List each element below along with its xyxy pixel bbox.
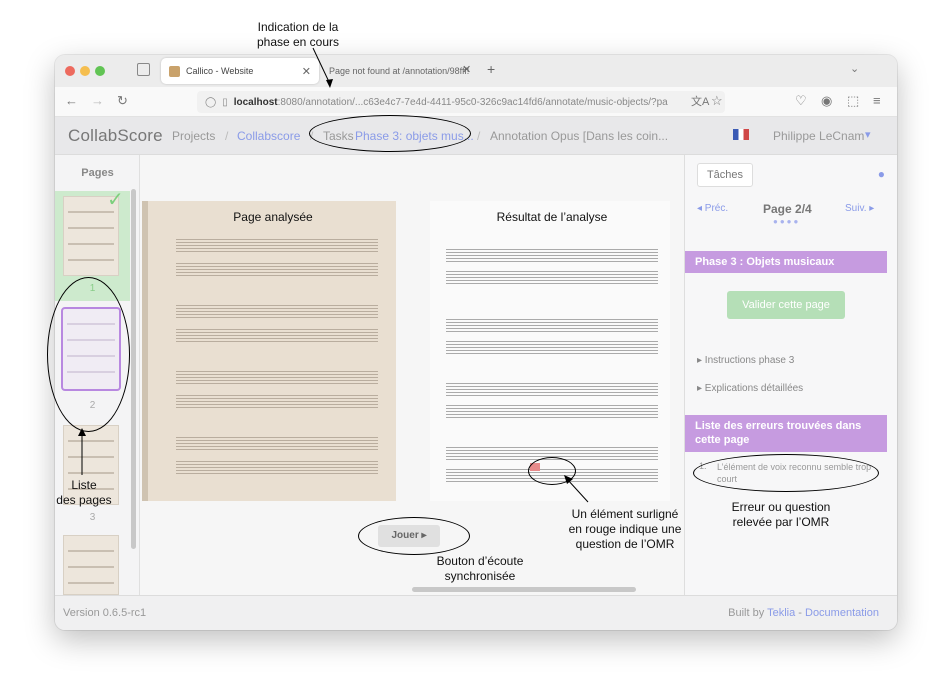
navigation-bar: ← → ↻ ◯ ▯ localhost :8080/annotation/...… <box>55 87 897 117</box>
validate-page-button[interactable]: Valider cette page <box>727 291 845 319</box>
bookmark-star-icon[interactable]: ☆ <box>711 93 723 109</box>
page-dots: ●●●● <box>773 217 801 226</box>
original-score-page <box>142 201 396 501</box>
built-by-label: Built by <box>728 607 765 619</box>
breadcrumb-collabscore[interactable]: Collabscore <box>237 129 300 143</box>
account-icon[interactable]: ◉ <box>821 93 832 109</box>
minimize-window-button[interactable] <box>80 66 90 76</box>
sidebar-scrollbar[interactable] <box>131 189 136 549</box>
new-tab-icon[interactable]: + <box>487 61 495 77</box>
menu-icon[interactable]: ≡ <box>873 93 881 108</box>
url-bar[interactable]: ◯ ▯ localhost :8080/annotation/...c63e4c… <box>197 91 725 113</box>
next-page-link[interactable]: Suiv. ▸ <box>845 203 874 214</box>
shield-icon: ◯ <box>205 96 217 108</box>
breadcrumb-annotation: Annotation Opus [Dans les coin... <box>490 129 669 143</box>
app-logo[interactable]: CollabScore <box>68 126 163 146</box>
annotation-result: Résultat de l’analyse <box>496 210 608 224</box>
breadcrumb-separator: / <box>225 129 229 143</box>
version-label: Version 0.6.5-rc1 <box>63 607 147 619</box>
reload-icon[interactable]: ↻ <box>117 93 128 109</box>
check-icon: ✓ <box>107 189 124 211</box>
analysis-result <box>430 201 670 501</box>
tab-title: Callico - Website <box>186 66 254 76</box>
footer-credits: Built by Teklia - Documentation <box>728 607 879 619</box>
page-indicator: Page 2/4 <box>763 202 812 216</box>
close-window-button[interactable] <box>65 66 75 76</box>
previous-page-link[interactable]: ◂ Préc. <box>697 203 728 214</box>
translate-icon[interactable]: 文A <box>691 93 709 109</box>
annotation-ellipse-phase <box>309 115 471 152</box>
phase-title: Phase 3 : Objets musicaux <box>685 251 887 274</box>
annotation-ellipse-pages <box>47 277 130 432</box>
chevron-down-icon[interactable]: ⌄ <box>850 62 859 75</box>
app-header: CollabScore Projects / Collabscore / Tas… <box>55 117 897 155</box>
annotation-ellipse-red-element <box>528 457 576 485</box>
maximize-window-button[interactable] <box>95 66 105 76</box>
teklia-link[interactable]: Teklia <box>767 607 795 619</box>
close-tab-icon[interactable]: ✕ <box>302 65 311 78</box>
page-thumbnail[interactable] <box>63 535 119 595</box>
favicon-icon <box>169 65 180 77</box>
chevron-down-icon[interactable]: ▾ <box>865 128 871 141</box>
page-number: 3 <box>89 512 96 523</box>
annotation-page-list: Liste des pages <box>56 478 112 507</box>
tab-title: Page not found at /annotation/98fff! <box>329 66 470 76</box>
tab-overview-icon[interactable] <box>137 63 150 76</box>
annotation-phase: Indication de la phase en cours <box>256 20 340 49</box>
errors-title: Liste des erreurs trouvées dans cette pa… <box>685 415 887 452</box>
back-icon[interactable]: ← <box>65 93 78 108</box>
annotation-play-button: Bouton d’écoute synchronisée <box>436 554 524 583</box>
pocket-icon[interactable]: ♡ <box>795 93 807 109</box>
user-name[interactable]: Philippe LeCnam <box>773 129 864 143</box>
close-tab-icon[interactable]: ✕ <box>462 63 471 76</box>
instructions-toggle[interactable]: ▸ Instructions phase 3 <box>697 355 794 366</box>
extensions-icon[interactable]: ⬚ <box>847 93 859 109</box>
french-flag-icon[interactable] <box>733 129 749 140</box>
page-icon: ▯ <box>222 96 228 108</box>
footer: Version 0.6.5-rc1 Built by Teklia - Docu… <box>55 595 897 630</box>
footer-dash: - <box>795 607 805 619</box>
breadcrumb-projects[interactable]: Projects <box>172 129 215 143</box>
tasks-button[interactable]: Tâches <box>697 163 753 187</box>
browser-window: Callico - Website ✕ Page not found at /a… <box>55 55 897 630</box>
annotation-ellipse-error <box>693 454 879 492</box>
breadcrumb-separator: / <box>477 129 481 143</box>
annotation-error: Erreur ou question relevée par l’OMR <box>731 500 831 529</box>
viewer-scrollbar[interactable] <box>412 587 636 592</box>
tab-bar: Callico - Website ✕ Page not found at /a… <box>55 55 897 87</box>
sidebar-title: Pages <box>81 167 114 179</box>
annotation-ellipse-play <box>358 517 470 555</box>
documentation-link[interactable]: Documentation <box>805 607 879 619</box>
tab-callico[interactable]: Callico - Website ✕ <box>161 58 319 84</box>
chat-icon[interactable]: ● <box>878 167 885 181</box>
annotation-red-element: Un élément surligné en rouge indique une… <box>568 507 682 551</box>
tab-page-not-found[interactable]: Page not found at /annotation/98fff! <box>323 58 475 84</box>
forward-icon[interactable]: → <box>91 93 104 108</box>
explanations-toggle[interactable]: ▸ Explications détaillées <box>697 383 803 394</box>
annotation-page-analysed: Page analysée <box>233 210 313 224</box>
url-host: localhost <box>233 96 278 108</box>
url-path: :8080/annotation/...c63e4c7-7e4d-4411-95… <box>277 96 668 108</box>
